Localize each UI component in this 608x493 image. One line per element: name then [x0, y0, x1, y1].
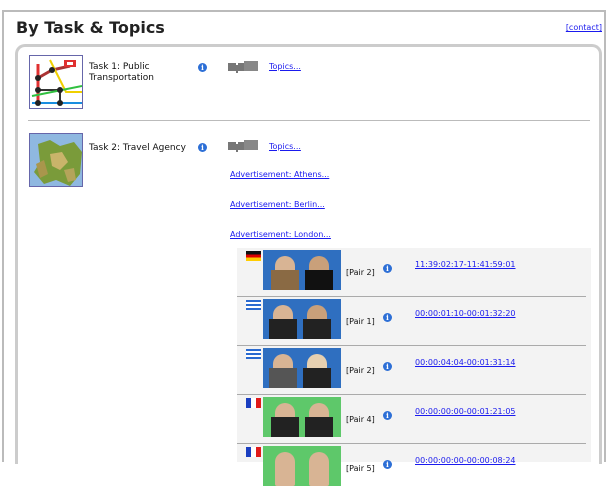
pair-row: [Pair 2] i 00:00:04:04-00:01:31:14 — [237, 346, 591, 395]
video-thumbnail[interactable] — [263, 446, 341, 486]
transport-map-thumbnail[interactable] — [29, 55, 83, 109]
video-thumbnail[interactable] — [263, 299, 341, 339]
contact-link[interactable]: [contact] — [566, 23, 602, 32]
greece-flag-icon — [246, 300, 261, 310]
task-separator — [28, 120, 590, 121]
france-flag-icon — [246, 447, 261, 457]
info-icon[interactable]: i — [383, 411, 392, 420]
timecode-link[interactable]: 00:00:00:00-00:01:21:05 — [415, 407, 516, 416]
pair-row: [Pair 1] i 00:00:01:10-00:01:32:20 — [237, 297, 591, 346]
pair-label: [Pair 2] — [346, 366, 375, 375]
pair-row: [Pair 2] i 11:39:02:17-11:41:59:01 — [237, 248, 591, 297]
video-thumbnail[interactable] — [263, 250, 341, 290]
puzzle-icon — [228, 140, 258, 152]
timecode-link[interactable]: 00:00:01:10-00:01:32:20 — [415, 309, 516, 318]
info-icon[interactable]: i — [198, 63, 207, 72]
pair-label: [Pair 5] — [346, 464, 375, 473]
pair-row: [Pair 5] i 00:00:00:00-00:00:08:24 — [237, 444, 591, 493]
task-2-topics-link[interactable]: Topics... — [269, 142, 301, 151]
pair-list: [Pair 2] i 11:39:02:17-11:41:59:01 [Pair… — [237, 248, 591, 486]
info-icon[interactable]: i — [383, 313, 392, 322]
info-icon[interactable]: i — [383, 264, 392, 273]
video-thumbnail[interactable] — [263, 348, 341, 388]
page-title: By Task & Topics — [16, 18, 165, 37]
greece-flag-icon — [246, 349, 261, 359]
task-2-label: Task 2: Travel Agency — [89, 143, 186, 153]
pair-row: [Pair 4] i 00:00:00:00-00:01:21:05 — [237, 395, 591, 444]
timecode-link[interactable]: 00:00:00:00-00:00:08:24 — [415, 456, 516, 465]
advertisement-athens-link[interactable]: Advertisement: Athens... — [230, 170, 329, 179]
info-icon[interactable]: i — [198, 143, 207, 152]
timecode-link[interactable]: 11:39:02:17-11:41:59:01 — [415, 260, 516, 269]
info-icon[interactable]: i — [383, 460, 392, 469]
pair-label: [Pair 2] — [346, 268, 375, 277]
europe-map-thumbnail[interactable] — [29, 133, 83, 187]
task-1-label: Task 1: Public Transportation — [89, 62, 154, 83]
timecode-link[interactable]: 00:00:04:04-00:01:31:14 — [415, 358, 516, 367]
pair-label: [Pair 1] — [346, 317, 375, 326]
france-flag-icon — [246, 398, 261, 408]
info-icon[interactable]: i — [383, 362, 392, 371]
advertisement-london-link[interactable]: Advertisement: London... — [230, 230, 331, 239]
pair-label: [Pair 4] — [346, 415, 375, 424]
puzzle-icon — [228, 61, 258, 73]
germany-flag-icon — [246, 251, 261, 261]
video-thumbnail[interactable] — [263, 397, 341, 437]
task-1-topics-link[interactable]: Topics... — [269, 62, 301, 71]
advertisement-berlin-link[interactable]: Advertisement: Berlin... — [230, 200, 325, 209]
